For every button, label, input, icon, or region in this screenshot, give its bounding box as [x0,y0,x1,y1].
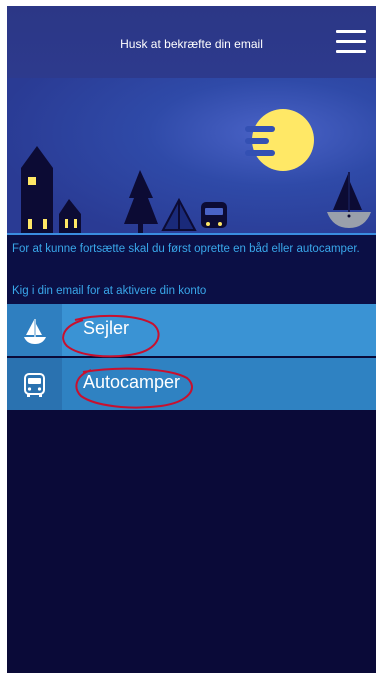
camper-icon [7,358,62,410]
info-panel: For at kunne fortsætte skal du først opr… [7,235,376,304]
info-text-create: For at kunne fortsætte skal du først opr… [12,243,360,255]
camper-icon [201,202,227,228]
option-sejler[interactable]: Sejler [7,304,376,356]
hamburger-menu-icon[interactable] [328,26,376,58]
option-label: Autocamper [83,372,181,392]
night-scene-illustration [7,78,376,235]
option-label: Sejler [83,318,130,338]
sailboat-icon [7,304,62,356]
info-text-activate: Kig i din email for at aktivere din kont… [12,285,207,297]
app-frame: Husk at bekræfte din email For at kunne … [7,6,376,673]
header-title: Husk at bekræfte din email [120,37,263,51]
app-header: Husk at bekræfte din email [7,6,376,78]
option-autocamper[interactable]: Autocamper [7,358,376,410]
